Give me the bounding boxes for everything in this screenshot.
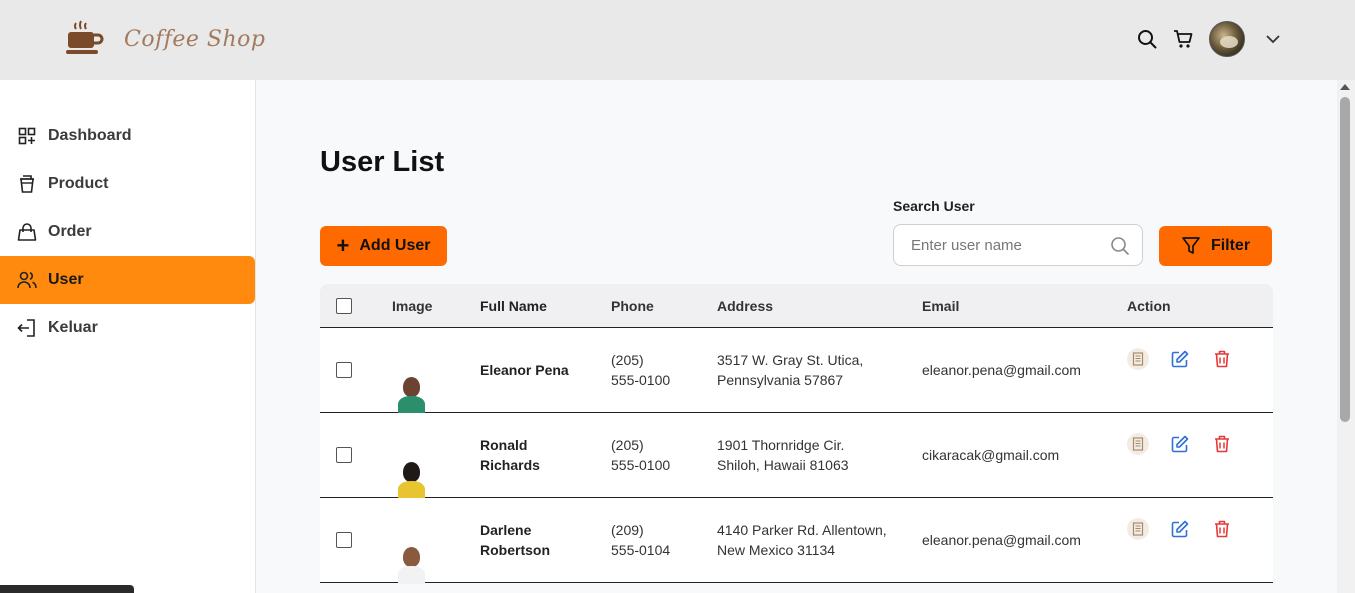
- sidebar-item-dashboard[interactable]: Dashboard: [0, 112, 255, 160]
- scrollbar-thumb[interactable]: [1340, 97, 1350, 422]
- edit-icon[interactable]: [1169, 433, 1191, 455]
- sidebar-item-label: Keluar: [48, 319, 98, 336]
- user-address: 1901 Thornridge Cir. Shiloh, Hawaii 8106…: [717, 437, 849, 473]
- sidebar-item-order[interactable]: Order: [0, 208, 255, 256]
- table-row: Eleanor Pena (205) 555-0100 3517 W. Gray…: [320, 328, 1273, 414]
- scroll-up-arrow[interactable]: [1340, 84, 1350, 90]
- header-full-name: Full Name: [480, 297, 547, 314]
- filter-icon: [1182, 237, 1200, 254]
- logo[interactable]: Coffee Shop: [66, 20, 265, 58]
- row-actions: [1127, 518, 1233, 540]
- search-box: [893, 224, 1143, 266]
- user-email: cikaracak@gmail.com: [922, 447, 1060, 463]
- add-user-label: Add User: [359, 237, 431, 254]
- user-phone: (205) 555-0100: [611, 437, 671, 473]
- table-row: Darlene Robertson (209) 555-0104 4140 Pa…: [320, 498, 1273, 584]
- user-phone: (205) 555-0100: [611, 352, 671, 388]
- user-email: eleanor.pena@gmail.com: [922, 532, 1081, 548]
- header-email: Email: [922, 297, 960, 314]
- search-icon[interactable]: [1110, 236, 1130, 261]
- chevron-down-icon[interactable]: [1261, 27, 1285, 51]
- header-phone: Phone: [611, 297, 654, 314]
- select-all-checkbox[interactable]: [336, 297, 352, 314]
- edit-icon[interactable]: [1169, 518, 1191, 540]
- logo-text: Coffee Shop: [124, 26, 266, 52]
- row-actions: [1127, 433, 1233, 455]
- sidebar-item-label: Product: [48, 175, 109, 192]
- header-image: Image: [392, 297, 433, 314]
- edit-icon[interactable]: [1169, 348, 1191, 370]
- delete-icon[interactable]: [1211, 433, 1233, 455]
- row-actions: [1127, 348, 1233, 370]
- sidebar-item-label: Dashboard: [48, 127, 132, 144]
- filter-button[interactable]: Filter: [1159, 226, 1272, 266]
- page-title: User List: [320, 146, 445, 178]
- search-input[interactable]: [894, 225, 1094, 265]
- user-address: 3517 W. Gray St. Utica, Pennsylvania 578…: [717, 352, 864, 388]
- view-detail-icon[interactable]: [1127, 348, 1149, 370]
- row-checkbox[interactable]: [336, 532, 352, 548]
- user-name: Darlene Robertson: [480, 522, 550, 558]
- user-name: Eleanor Pena: [480, 362, 569, 378]
- cart-icon[interactable]: [1171, 27, 1195, 51]
- sidebar-nav: Dashboard Product Order User Keluar: [0, 112, 255, 352]
- user-table: Image Full Name Phone Address Email Acti…: [320, 284, 1273, 584]
- search-label: Search User: [893, 198, 975, 214]
- delete-icon[interactable]: [1211, 518, 1233, 540]
- top-header: Coffee Shop: [0, 0, 1355, 80]
- users-icon: [17, 270, 37, 290]
- bag-icon: [17, 222, 37, 242]
- sidebar-item-keluar[interactable]: Keluar: [0, 304, 255, 352]
- view-detail-icon[interactable]: [1127, 518, 1149, 540]
- sidebar: Dashboard Product Order User Keluar: [0, 80, 256, 593]
- plus-icon: +: [336, 233, 350, 258]
- dashboard-icon: [17, 126, 37, 146]
- search-icon[interactable]: [1135, 27, 1159, 51]
- user-email: eleanor.pena@gmail.com: [922, 362, 1081, 378]
- coffee-cup-icon: [66, 20, 104, 54]
- sidebar-item-label: User: [48, 271, 84, 288]
- row-checkbox[interactable]: [336, 447, 352, 463]
- sidebar-item-product[interactable]: Product: [0, 160, 255, 208]
- avatar[interactable]: [1209, 21, 1245, 57]
- sidebar-item-user[interactable]: User: [0, 256, 255, 304]
- filter-label: Filter: [1210, 237, 1251, 254]
- status-tooltip: [0, 585, 134, 593]
- header-action: Action: [1127, 297, 1171, 314]
- sidebar-item-label: Order: [48, 223, 92, 240]
- delete-icon[interactable]: [1211, 348, 1233, 370]
- logout-icon: [17, 318, 37, 338]
- view-detail-icon[interactable]: [1127, 433, 1149, 455]
- table-header: Image Full Name Phone Address Email Acti…: [320, 284, 1273, 328]
- user-phone: (209) 555-0104: [611, 522, 671, 558]
- user-address: 4140 Parker Rd. Allentown, New Mexico 31…: [717, 522, 887, 558]
- header-address: Address: [717, 297, 774, 314]
- table-row: Ronald Richards (205) 555-0100 1901 Thor…: [320, 413, 1273, 499]
- user-name: Ronald Richards: [480, 437, 540, 473]
- add-user-button[interactable]: + Add User: [320, 226, 447, 266]
- row-checkbox[interactable]: [336, 362, 352, 378]
- main-content: User List + Add User Search User Filter …: [256, 80, 1337, 593]
- cup-icon: [17, 174, 37, 194]
